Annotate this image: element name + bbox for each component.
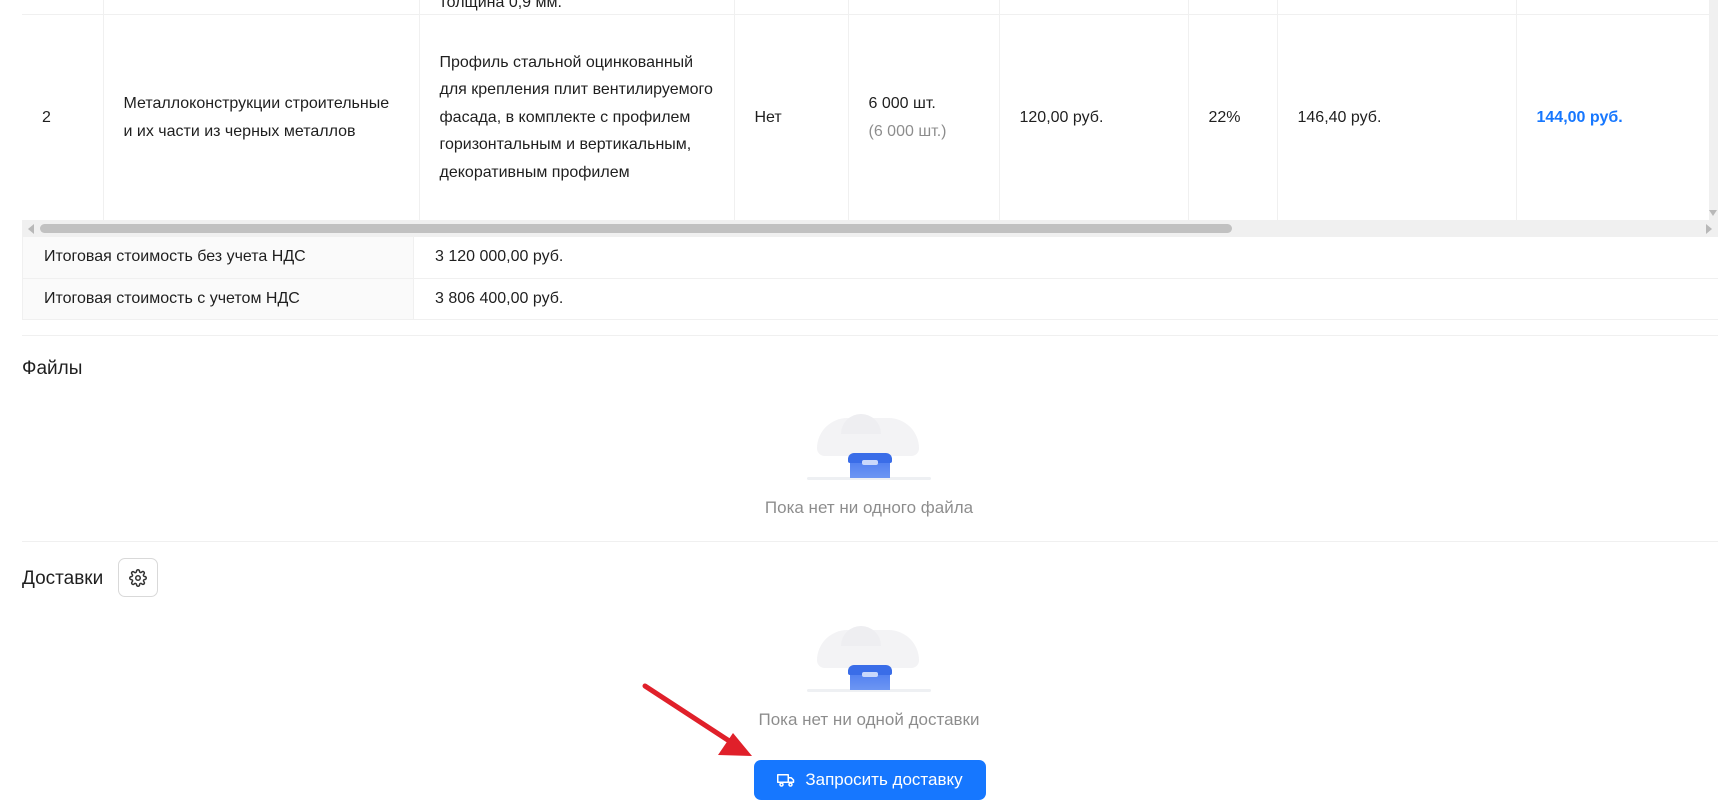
divider [22,541,1718,542]
request-delivery-label: Запросить доставку [805,770,963,789]
deliveries-empty-state: Пока нет ни одной доставки [689,626,1049,730]
cell-quantity [848,0,1000,15]
cell-quantity: 6 000 шт. (6 000 шт.) [848,14,1000,221]
cell-num: 2 [22,14,104,221]
cell-name: Металлоконструкции строительные и их час… [103,14,420,221]
total-value: 3 806 400,00 руб. [413,278,1718,320]
request-delivery-button[interactable]: Запросить доставку [754,760,986,800]
scroll-left-arrow-icon[interactable] [28,224,34,234]
empty-box-icon [807,414,931,488]
cell-price: 120,00 руб. [999,14,1189,221]
total-value: 3 120 000,00 руб. [413,237,1718,279]
cell-description: толщина 0,9 мм. [419,0,735,15]
scroll-right-arrow-icon[interactable] [1706,224,1712,234]
quantity-value: 6 000 шт. [868,95,936,112]
deliveries-empty-text: Пока нет ни одной доставки [758,710,980,729]
cell-offer-price [1516,0,1718,15]
cell-description: Профиль стальной оцинкованный для крепле… [419,14,735,221]
cell-price-with-vat: 146,40 руб. [1277,14,1517,221]
divider [22,335,1718,336]
cell-price [999,0,1189,15]
items-table: толщина 0,9 мм. 2 Металлоконструкции стр… [22,0,1718,221]
total-row: Итоговая стоимость без учета НДС 3 120 0… [22,237,1718,279]
cell-import: Нет [734,14,849,221]
deliveries-title: Доставки [22,568,104,589]
delivery-settings-button[interactable] [118,558,158,597]
horizontal-scrollbar[interactable] [22,220,1718,237]
scroll-down-arrow-icon[interactable] [1709,210,1717,216]
cell-num [22,0,104,15]
gear-icon [129,568,147,587]
truck-icon [777,774,795,787]
files-empty-text: Пока нет ни одного файла [764,498,974,517]
cell-offer-price: 144,00 руб. [1516,14,1718,221]
table-row: толщина 0,9 мм. [22,0,1718,15]
files-empty-state: Пока нет ни одного файла [689,414,1049,518]
cell-vat [1188,0,1278,15]
files-title: Файлы [22,358,83,379]
quantity-sub-value: (6 000 шт.) [868,122,947,140]
horizontal-scrollbar-thumb[interactable] [40,224,1232,233]
vertical-scrollbar[interactable] [1709,0,1718,220]
totals-table: Итоговая стоимость без учета НДС 3 120 0… [22,237,1718,320]
cell-import [734,0,849,15]
empty-box-icon [807,626,931,700]
table-row: 2 Металлоконструкции строительные и их ч… [22,14,1718,221]
cell-price-with-vat [1277,0,1517,15]
offer-price-link[interactable]: 144,00 руб. [1537,109,1623,126]
items-table-container: толщина 0,9 мм. 2 Металлоконструкции стр… [22,0,1718,237]
cell-name [103,0,420,15]
total-row: Итоговая стоимость с учетом НДС 3 806 40… [22,278,1718,320]
cell-vat: 22% [1188,14,1278,221]
total-label: Итоговая стоимость без учета НДС [22,237,414,279]
total-label: Итоговая стоимость с учетом НДС [22,278,414,320]
